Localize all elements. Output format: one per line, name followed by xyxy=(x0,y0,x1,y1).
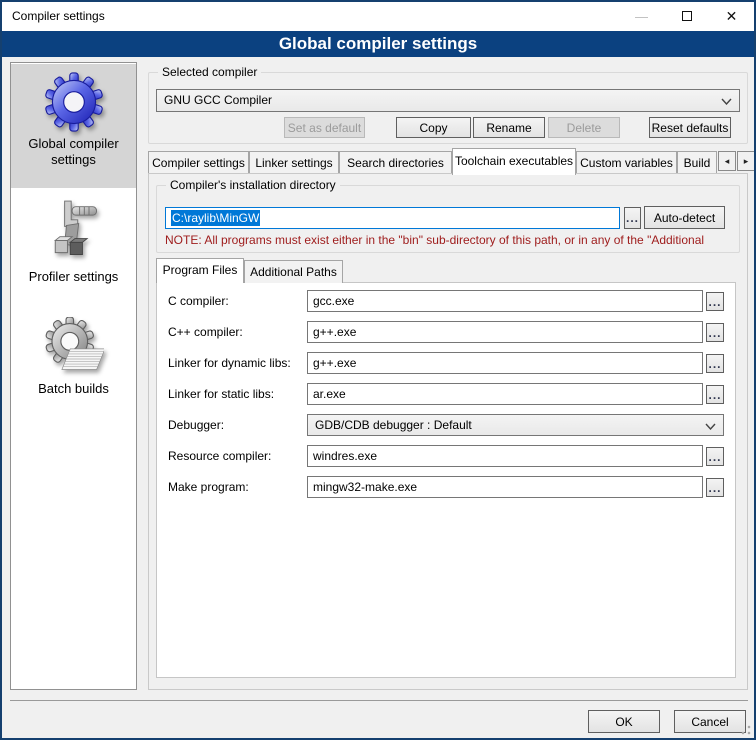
tab-compiler-settings[interactable]: Compiler settings xyxy=(148,151,249,174)
browse-button[interactable]: ... xyxy=(706,292,724,311)
delete-button[interactable]: Delete xyxy=(548,117,620,138)
sidebar-item-batch-builds[interactable]: Batch builds xyxy=(11,303,136,421)
field-label: Debugger: xyxy=(168,414,224,436)
sidebar-item-global-compiler-settings[interactable]: Global compiler settings xyxy=(11,64,136,188)
static-linker-input[interactable]: ar.exe xyxy=(307,383,703,405)
field-label: C compiler: xyxy=(168,290,229,312)
browse-button[interactable]: ... xyxy=(706,385,724,404)
page-title: Global compiler settings xyxy=(2,31,754,57)
compiler-select-value: GNU GCC Compiler xyxy=(164,93,272,107)
subtab-additional-paths[interactable]: Additional Paths xyxy=(244,260,343,283)
set-as-default-button[interactable]: Set as default xyxy=(284,117,365,138)
caliper-icon xyxy=(44,199,104,265)
install-dir-input[interactable]: C:\raylib\MinGW xyxy=(165,207,620,229)
settings-sidebar: Global compiler settings Profiler settin… xyxy=(10,62,137,690)
browse-button[interactable]: ... xyxy=(706,447,724,466)
auto-detect-button[interactable]: Auto-detect xyxy=(644,206,725,229)
reset-defaults-button[interactable]: Reset defaults xyxy=(649,117,731,138)
browse-install-dir-button[interactable]: ... xyxy=(624,207,641,229)
chevron-down-icon xyxy=(705,423,716,430)
rename-button[interactable]: Rename xyxy=(473,117,545,138)
tab-linker-settings[interactable]: Linker settings xyxy=(249,151,339,174)
field-label: Linker for static libs: xyxy=(168,383,274,405)
sidebar-item-label: Profiler settings xyxy=(11,269,136,285)
field-label: Make program: xyxy=(168,476,249,498)
blue-gear-icon xyxy=(44,72,104,132)
tab-build-options[interactable]: Build xyxy=(677,151,717,174)
browse-button[interactable]: ... xyxy=(706,354,724,373)
tab-search-directories[interactable]: Search directories xyxy=(339,151,452,174)
install-dir-group-label: Compiler's installation directory xyxy=(166,178,340,192)
title-bar[interactable]: Compiler settings — ✕ xyxy=(2,2,754,31)
compiler-select[interactable]: GNU GCC Compiler xyxy=(156,89,740,112)
gray-gear-stack-icon xyxy=(44,317,104,377)
browse-button[interactable]: ... xyxy=(706,478,724,497)
footer-divider xyxy=(10,700,748,701)
sidebar-item-profiler-settings[interactable]: Profiler settings xyxy=(11,191,136,299)
window-title: Compiler settings xyxy=(12,9,105,23)
install-dir-note: NOTE: All programs must exist either in … xyxy=(165,233,735,247)
tab-custom-variables[interactable]: Custom variables xyxy=(576,151,677,174)
copy-button[interactable]: Copy xyxy=(396,117,471,138)
close-icon[interactable]: ✕ xyxy=(709,2,754,31)
selected-compiler-group-label: Selected compiler xyxy=(158,65,261,79)
subtab-program-files[interactable]: Program Files xyxy=(156,258,244,283)
debugger-select[interactable]: GDB/CDB debugger : Default xyxy=(307,414,724,436)
cancel-button[interactable]: Cancel xyxy=(674,710,746,733)
sidebar-item-label: Batch builds xyxy=(11,381,136,397)
field-label: C++ compiler: xyxy=(168,321,243,343)
browse-button[interactable]: ... xyxy=(706,323,724,342)
tab-scroll-left-icon[interactable]: ◂ xyxy=(718,151,736,171)
make-program-input[interactable]: mingw32-make.exe xyxy=(307,476,703,498)
compiler-settings-window: Compiler settings — ✕ Global compiler se… xyxy=(0,0,756,740)
dynamic-linker-input[interactable]: g++.exe xyxy=(307,352,703,374)
install-dir-selected-text: C:\raylib\MinGW xyxy=(171,210,260,226)
resize-grip[interactable] xyxy=(741,725,751,735)
minimize-icon[interactable]: — xyxy=(619,2,664,31)
field-label: Linker for dynamic libs: xyxy=(168,352,291,374)
chevron-down-icon xyxy=(721,98,732,105)
field-label: Resource compiler: xyxy=(168,445,271,467)
cpp-compiler-input[interactable]: g++.exe xyxy=(307,321,703,343)
maximize-icon[interactable] xyxy=(664,2,709,31)
ok-button[interactable]: OK xyxy=(588,710,660,733)
sidebar-item-label: Global compiler settings xyxy=(11,136,136,168)
c-compiler-input[interactable]: gcc.exe xyxy=(307,290,703,312)
tab-toolchain-executables[interactable]: Toolchain executables xyxy=(452,148,576,175)
tab-scroll-right-icon[interactable]: ▸ xyxy=(737,151,755,171)
resource-compiler-input[interactable]: windres.exe xyxy=(307,445,703,467)
